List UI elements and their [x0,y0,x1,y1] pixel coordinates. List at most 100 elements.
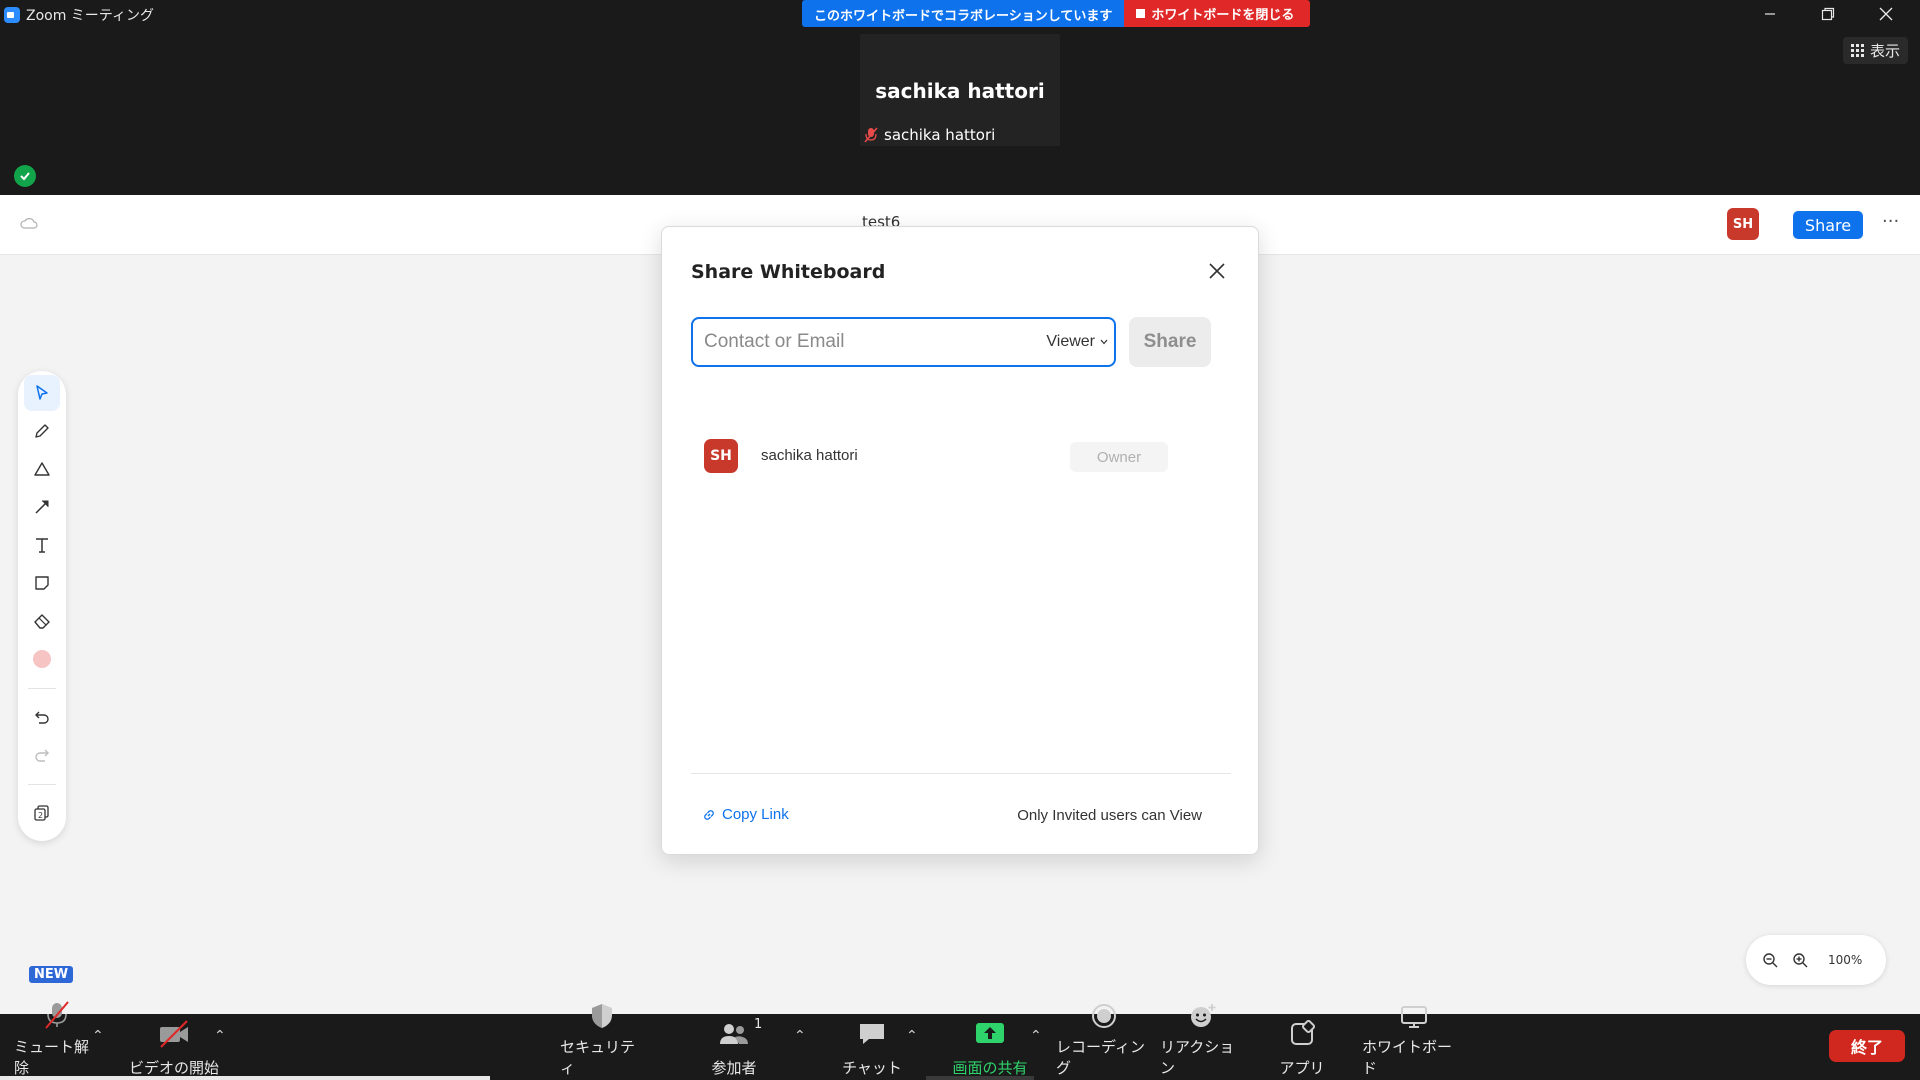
participants-button[interactable]: 1 参加者 [690,1014,778,1080]
stop-icon [1136,9,1146,18]
grid-icon [1850,44,1864,57]
minimize-button[interactable] [1741,2,1799,26]
text-icon[interactable] [24,527,60,563]
role-value: Viewer [1046,333,1095,350]
app-title: Zoom ミーティング [4,5,154,25]
share-screen-button[interactable]: 画面の共有 [944,1014,1036,1080]
minimize-icon [1765,13,1775,15]
window-title: Zoom ミーティング [26,8,154,24]
toolbar-divider [28,784,56,785]
invite-field: Viewer [691,317,1116,367]
restore-button[interactable] [1799,2,1857,26]
title-bar: Zoom ミーティング このホワイトボードでコラボレーションしています ホワイト… [0,0,1920,29]
copy-link-button[interactable]: Copy Link [702,806,789,823]
apps-icon [1291,1020,1316,1045]
member-avatar: SH [704,439,738,473]
close-window-button[interactable] [1857,2,1915,26]
copy-link-label: Copy Link [722,806,789,823]
zoom-logo-icon [4,7,20,23]
reactions-button[interactable]: リアクション [1160,1004,1246,1080]
whiteboard-icon [1401,1006,1427,1028]
zoom-level[interactable]: 100% [1828,953,1862,967]
start-video-label: ビデオの開始 [128,1059,219,1077]
participants-icon [720,1024,748,1044]
chat-button[interactable]: チャット [836,1014,908,1080]
security-shield-icon [592,1004,612,1028]
recording-button[interactable]: レコーディング [1056,1004,1152,1080]
chevron-down-icon [1100,339,1108,345]
whiteboard-label: ホワイトボード [1362,1038,1453,1077]
audio-options-caret-icon[interactable]: ⌃ [92,1028,104,1044]
muted-mic-icon [864,127,878,143]
member-role: Owner [1070,442,1168,472]
chat-icon [860,1024,884,1044]
toolbar-divider [28,688,56,689]
collaboration-message: このホワイトボードでコラボレーションしています [802,0,1125,27]
share-screen-icon [976,1023,1004,1043]
whiteboard-toolbar: 2 [18,371,66,841]
more-options-icon[interactable]: ··· [1882,211,1899,232]
unmute-button[interactable]: ミュート解除 [14,1001,100,1080]
restore-icon [1821,7,1835,21]
tile-label-text: sachika hattori [884,126,996,144]
share-whiteboard-dialog: Share Whiteboard Viewer Share SH sachika… [661,226,1259,855]
access-setting[interactable]: Only Invited users can View [1017,807,1202,824]
close-whiteboard-button[interactable]: ホワイトボードを閉じる [1124,0,1311,27]
recording-label: レコーディング [1056,1038,1145,1077]
close-whiteboard-label: ホワイトボードを閉じる [1151,8,1295,23]
color-picker-icon[interactable] [24,641,60,677]
view-button-label: 表示 [1869,42,1900,60]
close-dialog-button[interactable] [1205,259,1229,283]
zoom-out-icon[interactable] [1762,952,1778,968]
new-badge: NEW [29,966,74,983]
start-video-button[interactable]: ビデオの開始 [128,1014,220,1080]
zoom-control: 100% [1746,935,1886,985]
meeting-controls: ミュート解除 ⌃ ビデオの開始 ⌃ セキュリティ 1 参加者 ⌃ チャット ⌃ … [0,1001,1920,1080]
pages-icon[interactable]: 2 [24,795,60,831]
video-options-caret-icon[interactable]: ⌃ [214,1028,226,1044]
arrow-icon[interactable] [24,489,60,525]
link-icon [704,809,714,820]
eraser-icon[interactable] [24,603,60,639]
pen-icon[interactable] [24,413,60,449]
zoom-in-icon[interactable] [1792,952,1808,968]
svg-text:2: 2 [38,811,43,820]
cloud-sync-icon [20,218,38,229]
video-off-icon [160,1020,188,1048]
select-icon[interactable] [24,375,60,411]
apps-label: アプリ [1279,1059,1325,1077]
share-whiteboard-button[interactable]: Share [1793,211,1863,239]
apps-button[interactable]: アプリ [1262,1014,1342,1080]
close-icon [1879,7,1893,21]
chat-label: チャット [842,1059,902,1077]
reactions-label: リアクション [1160,1038,1235,1077]
close-icon [1209,263,1225,279]
participants-count: 1 [754,1017,763,1032]
sticky-note-icon[interactable] [24,565,60,601]
chat-caret-icon[interactable]: ⌃ [906,1028,918,1044]
member-row: SH sachika hattori Owner [704,439,1174,475]
participants-caret-icon[interactable]: ⌃ [794,1028,806,1044]
share-button[interactable]: Share [1129,317,1211,367]
reaction-emoji-icon [1191,1004,1216,1027]
contact-email-input[interactable] [693,331,1013,353]
security-label: セキュリティ [560,1038,636,1077]
security-button[interactable]: セキュリティ [560,1004,644,1080]
user-avatar[interactable]: SH [1727,208,1759,240]
end-meeting-button[interactable]: 終了 [1829,1030,1905,1062]
encryption-shield-icon[interactable] [14,165,36,187]
participant-video-tile[interactable]: sachika hattori sachika hattori [860,34,1060,146]
undo-icon[interactable] [24,699,60,735]
unmute-label: ミュート解除 [14,1038,90,1077]
whiteboard-button[interactable]: ホワイトボード [1362,1006,1466,1080]
shape-icon[interactable] [24,451,60,487]
redo-icon[interactable] [24,737,60,773]
dialog-divider [691,773,1231,774]
view-button[interactable]: 表示 [1842,37,1908,64]
audio-level-bar [0,1076,490,1080]
share-active-indicator [926,1076,1034,1080]
role-dropdown[interactable]: Viewer [1046,333,1108,351]
dialog-title: Share Whiteboard [691,261,886,283]
record-icon [1092,1004,1116,1028]
share-options-caret-icon[interactable]: ⌃ [1030,1028,1042,1044]
